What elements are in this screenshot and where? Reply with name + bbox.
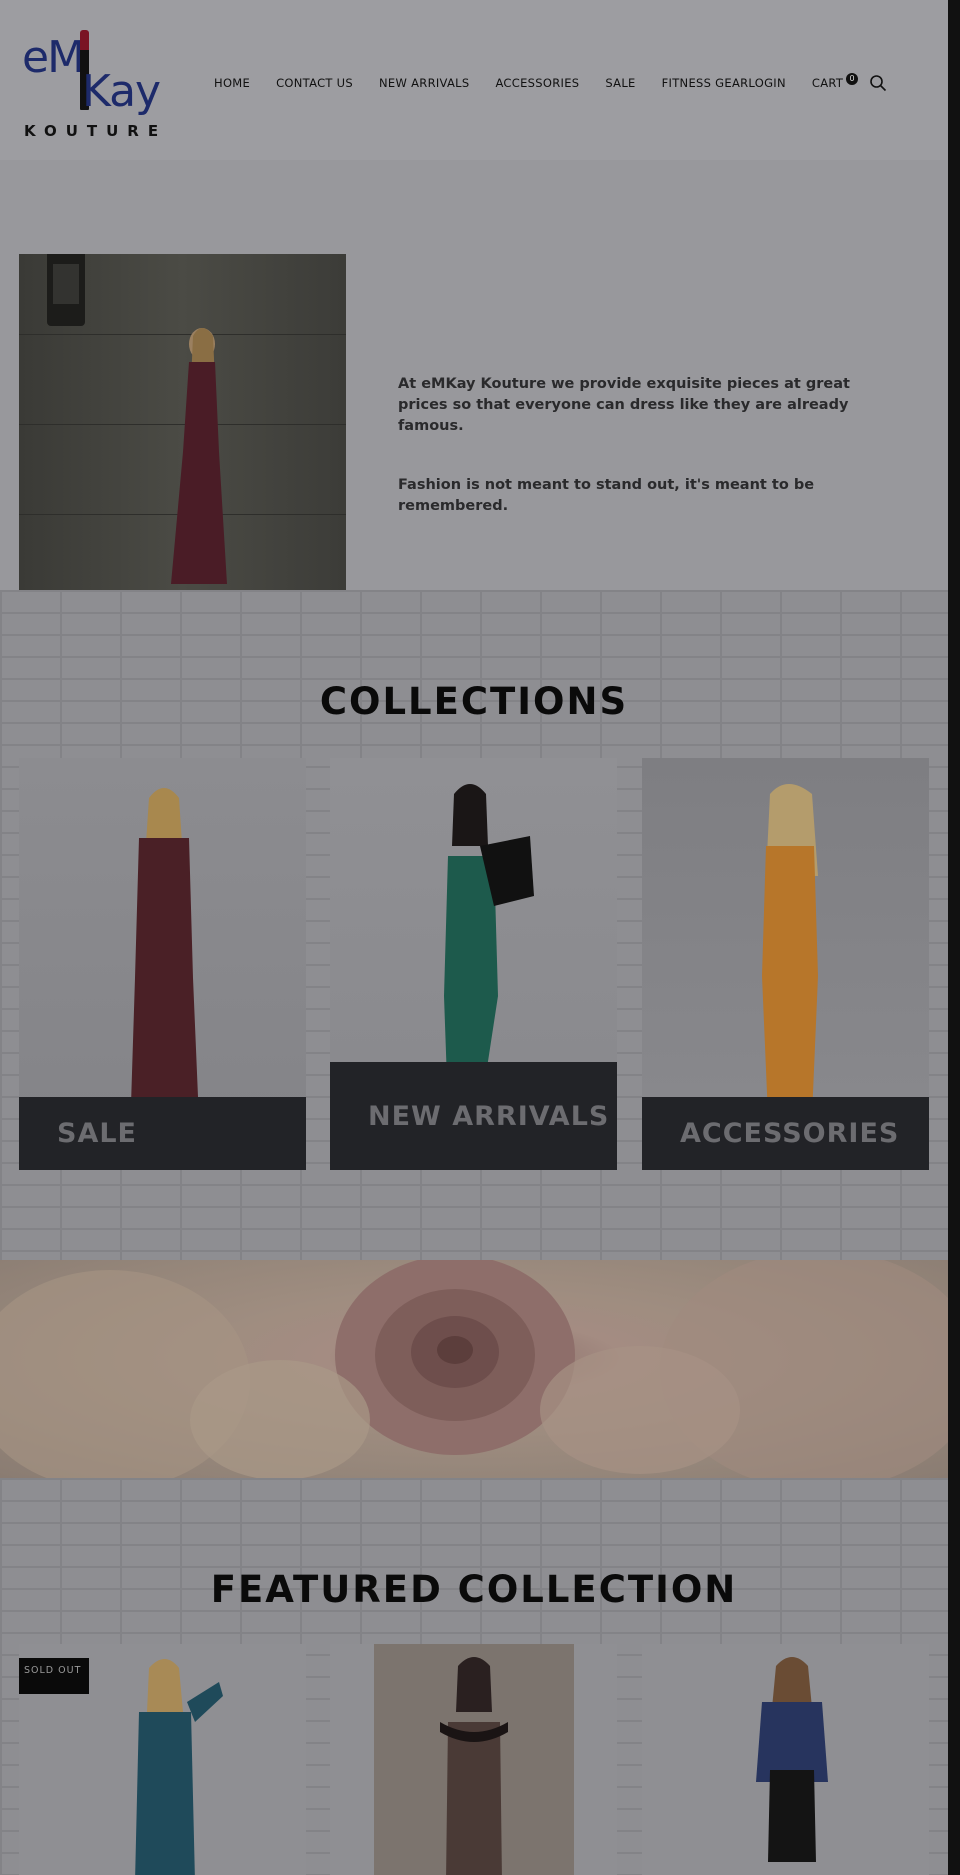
collection-label-sale: SALE bbox=[19, 1097, 306, 1170]
search-icon[interactable] bbox=[869, 74, 887, 92]
roses-image bbox=[0, 1260, 948, 1478]
main-nav: HOME CONTACT US NEW ARRIVALS ACCESSORIES… bbox=[214, 73, 859, 90]
product-card[interactable] bbox=[642, 1644, 929, 1875]
intro-text: At eMKay Kouture we provide exquisite pi… bbox=[398, 374, 888, 555]
logo-subtitle: KOUTURE bbox=[24, 122, 168, 140]
dress-shape bbox=[446, 1722, 502, 1875]
collection-card-new-arrivals[interactable]: NEW ARRIVALS bbox=[330, 758, 617, 1170]
roses-banner bbox=[0, 1260, 948, 1478]
product-image bbox=[135, 1659, 223, 1875]
page: eM Kay KOUTURE HOME CONTACT US NEW ARRIV… bbox=[0, 0, 948, 1875]
nav-sale[interactable]: SALE bbox=[605, 76, 635, 90]
product-image bbox=[756, 1657, 828, 1862]
collection-label-accessories: ACCESSORIES bbox=[642, 1097, 929, 1170]
collections-title: COLLECTIONS bbox=[319, 680, 629, 723]
nav-contact-us[interactable]: CONTACT US bbox=[276, 76, 353, 90]
featured-title: FEATURED COLLECTION bbox=[210, 1568, 738, 1611]
logo-text-right: Kay bbox=[82, 66, 161, 117]
product-image bbox=[440, 1657, 508, 1875]
brand-logo[interactable]: eM Kay KOUTURE bbox=[22, 24, 172, 142]
dress-shape bbox=[762, 846, 818, 1116]
dress-shape bbox=[135, 1712, 195, 1875]
intro-paragraph-2: Fashion is not meant to stand out, it's … bbox=[398, 477, 815, 514]
intro-paragraph-1: At eMKay Kouture we provide exquisite pi… bbox=[398, 376, 850, 434]
lantern-image bbox=[47, 254, 85, 326]
model-figure bbox=[171, 328, 227, 584]
nav-cart[interactable]: CART 0 bbox=[811, 73, 859, 90]
nav-home[interactable]: HOME bbox=[214, 76, 250, 90]
cart-count-badge: 0 bbox=[846, 73, 859, 85]
nav-fitness-gear-login[interactable]: FITNESS GEARLOGIN bbox=[662, 76, 786, 90]
nav-new-arrivals[interactable]: NEW ARRIVALS bbox=[379, 76, 469, 90]
nav-accessories[interactable]: ACCESSORIES bbox=[495, 76, 579, 90]
collection-label-new-arrivals: NEW ARRIVALS bbox=[330, 1062, 617, 1170]
collection-card-sale[interactable]: SALE bbox=[19, 758, 306, 1170]
dress-shape bbox=[187, 1682, 223, 1722]
cart-label: CART bbox=[811, 76, 844, 90]
product-card[interactable] bbox=[330, 1644, 617, 1875]
scrollbar[interactable] bbox=[948, 0, 960, 1875]
sold-out-badge: SOLD OUT bbox=[19, 1658, 89, 1694]
logo-text-left: eM bbox=[22, 32, 85, 83]
intro-photo bbox=[19, 254, 346, 591]
site-header: eM Kay KOUTURE HOME CONTACT US NEW ARRIV… bbox=[0, 0, 948, 160]
collection-card-accessories[interactable]: ACCESSORIES bbox=[642, 758, 929, 1170]
